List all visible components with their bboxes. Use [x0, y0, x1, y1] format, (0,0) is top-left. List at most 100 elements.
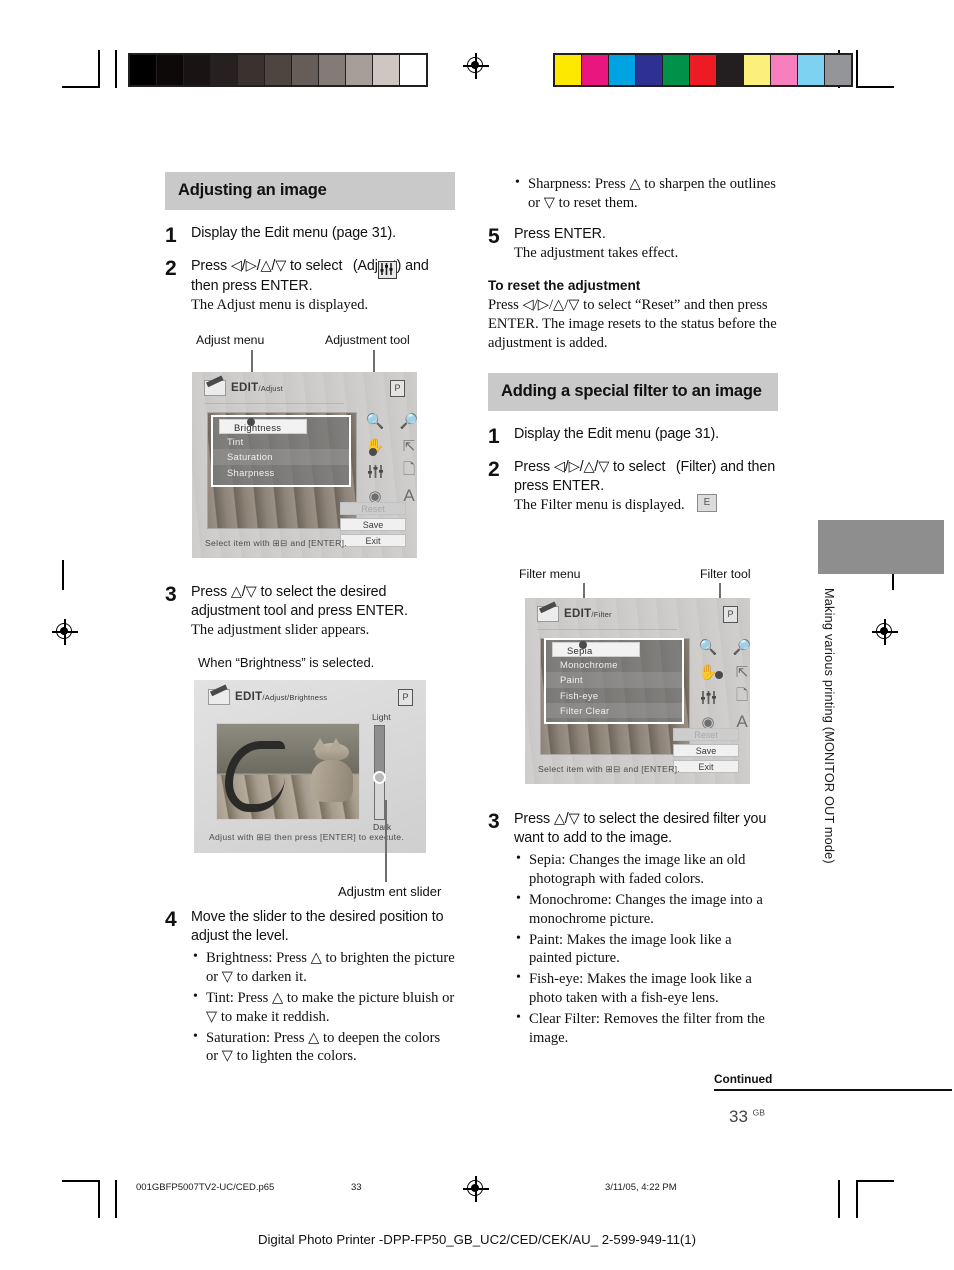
page-title-filter: Adding a special filter to an image — [488, 372, 778, 412]
step-number: 3 — [488, 810, 500, 833]
step-number: 1 — [165, 224, 177, 248]
step-text: Press ENTER. — [514, 225, 606, 242]
fig3-screen-title: EDIT/Filter — [564, 608, 612, 620]
crop-mark-tr-h — [856, 86, 894, 88]
fig3-label-filter-menu: Filter menu — [519, 567, 581, 581]
step-text: Press ◁/▷/△/▽ to select (Adjust) and the… — [191, 258, 429, 294]
crop-mark-br2-v — [838, 1180, 840, 1218]
filter-menu-item-filter-clear[interactable]: Filter Clear — [546, 702, 682, 718]
slider-label-dark: Dark — [373, 822, 392, 832]
left-column-step4: 4 Move the slider to the desired positio… — [165, 908, 455, 1066]
fig1-leader-dot-right — [369, 448, 377, 456]
fig1-divider — [204, 403, 344, 404]
crop-mark-tl-v — [98, 50, 100, 88]
exit-button[interactable]: Exit — [673, 760, 739, 773]
crop-mark-br-h — [856, 1180, 894, 1182]
adjust-menu-panel[interactable]: Brightness Tint Saturation Sharpness — [211, 415, 351, 487]
bullet-sharpness: Sharpness: Press △ to sharpen the outlin… — [513, 174, 778, 213]
step-number: 5 — [488, 224, 500, 248]
fig3-tool-palette[interactable]: 🔍 🔎 ✋ ⇱ 🗋 ◉ A — [695, 636, 750, 733]
side-mark-left — [62, 560, 64, 590]
footer-page: 33 — [351, 1182, 362, 1193]
fig3-divider — [537, 629, 677, 630]
sharpness-bullet-list: Sharpness: Press △ to sharpen the outlin… — [513, 174, 778, 213]
adjust-menu-item-tint[interactable]: Tint — [213, 434, 349, 449]
page-number: 33 GB — [729, 1107, 765, 1126]
rotate-icon[interactable]: ⇱ — [396, 435, 417, 457]
fig1-leader-dot-left — [247, 418, 255, 426]
grayscale-calibration-bar — [128, 53, 428, 87]
step-4-bullets: Brightness: Press △ to brighten the pict… — [191, 948, 455, 1066]
fig3-leader-dot-left — [579, 641, 587, 649]
step-text: Display the Edit menu (page 31). — [191, 225, 397, 242]
fig2-screen-title: EDIT/Adjust/Brightness — [235, 691, 328, 703]
fig3-titlebar: EDIT/Filter — [537, 606, 612, 622]
fig2-image-preview — [216, 723, 360, 820]
step-number: 3 — [165, 583, 177, 606]
filter-menu-item-monochrome[interactable]: Monochrome — [546, 657, 682, 672]
adjust-menu-item-saturation[interactable]: Saturation — [213, 449, 349, 465]
fig2-titlebar: EDIT/Adjust/Brightness — [208, 689, 327, 705]
step-detail: The Filter menu is displayed. — [514, 497, 685, 514]
step-text: Press ◁/▷/△/▽ to select (Filter) and the… — [514, 459, 776, 495]
filter-menu-panel[interactable]: Sepia Monochrome Paint Fish-eye Filter C… — [544, 638, 684, 724]
fig2-protect-badge: P — [398, 689, 413, 706]
exit-button[interactable]: Exit — [340, 534, 406, 547]
edit-pencil-icon — [204, 380, 226, 396]
filter-menu-item-sepia[interactable]: Sepia — [552, 642, 640, 658]
zoom-out-icon[interactable]: 🔎 — [396, 410, 417, 432]
adjust-icon[interactable] — [362, 460, 388, 482]
fig2-caption: When “Brightness” is selected. — [198, 655, 375, 670]
slider-label-light: Light — [372, 712, 391, 722]
bullet-sepia: Sepia: Changes the image like an old pho… — [514, 850, 778, 889]
adjustment-slider-knob[interactable] — [373, 771, 386, 784]
reset-button[interactable]: Reset — [673, 728, 739, 741]
filter-menu-screenshot: EDIT/Filter P Sepia Monochrome Paint Fis… — [525, 598, 750, 784]
registration-mark-right — [872, 619, 898, 645]
step-2-right: 2 Press ◁/▷/△/▽ to select (Filter) and t… — [488, 458, 778, 515]
crop-mark-tl2-v — [115, 50, 117, 88]
fig1-button-stack[interactable]: Reset Save Exit — [340, 502, 406, 550]
side-thumb-tab — [818, 520, 944, 574]
step-3-filter-bullets: Sepia: Changes the image like an old pho… — [514, 850, 778, 1047]
step-1-left: 1 Display the Edit menu (page 31). — [165, 224, 455, 246]
step-detail: The Adjust menu is displayed. — [191, 296, 369, 313]
save-button[interactable]: Save — [340, 518, 406, 531]
bullet-tint: Tint: Press △ to make the picture bluish… — [191, 988, 455, 1027]
filter-icon[interactable]: 🗋 — [729, 686, 750, 708]
continued-label: Continued — [714, 1072, 773, 1086]
step-3-left: 3 Press △/▽ to select the desired adjust… — [165, 583, 455, 640]
reset-button[interactable]: Reset — [340, 502, 406, 515]
filter-icon[interactable]: 🗋 — [396, 460, 417, 482]
rotate-icon[interactable]: ⇱ — [729, 661, 750, 683]
fig3-label-filter-tool: Filter tool — [700, 567, 751, 581]
crop-mark-br-v — [856, 1180, 858, 1218]
bullet-fisheye: Fish-eye: Makes the image look like a ph… — [514, 969, 778, 1008]
crop-mark-tr-v — [856, 50, 858, 88]
zoom-out-icon[interactable]: 🔎 — [729, 636, 750, 658]
save-button[interactable]: Save — [673, 744, 739, 757]
crop-mark-bl-v — [98, 1180, 100, 1218]
adjust-icon[interactable] — [695, 686, 721, 708]
page-title-adjusting: Adjusting an image — [165, 172, 455, 211]
filter-menu-item-fisheye[interactable]: Fish-eye — [546, 688, 682, 703]
fig3-protect-badge: P — [723, 606, 738, 623]
fig1-protect-badge: P — [390, 380, 405, 397]
fig3-hint-text: Select item with ⊞⊟ and [ENTER]. — [538, 764, 680, 774]
fig2-leader — [385, 800, 387, 882]
adjust-menu-item-sharpness[interactable]: Sharpness — [213, 465, 349, 480]
filter-menu-item-paint[interactable]: Paint — [546, 672, 682, 688]
left-column-step3: 3 Press △/▽ to select the desired adjust… — [165, 583, 455, 640]
step-text: Press △/▽ to select the desired filter y… — [514, 811, 767, 847]
edit-pencil-icon — [537, 606, 559, 622]
fig3-button-stack[interactable]: Reset Save Exit — [673, 728, 739, 776]
fig1-label-adjustment-tool: Adjustment tool — [325, 333, 410, 347]
zoom-in-icon[interactable]: 🔍 — [695, 636, 721, 658]
fig1-tool-palette[interactable]: 🔍 🔎 ✋ ⇱ 🗋 ◉ A — [362, 410, 417, 507]
footer-filename: 001GBFP5007TV2-UC/CED.p65 — [136, 1182, 275, 1193]
fig1-hint-text: Select item with ⊞⊟ and [ENTER]. — [205, 538, 347, 548]
adjust-menu-item-brightness[interactable]: Brightness — [219, 419, 307, 435]
zoom-in-icon[interactable]: 🔍 — [362, 410, 388, 432]
step-text: Display the Edit menu (page 31). — [514, 426, 720, 443]
step-4-left: 4 Move the slider to the desired positio… — [165, 908, 455, 1066]
